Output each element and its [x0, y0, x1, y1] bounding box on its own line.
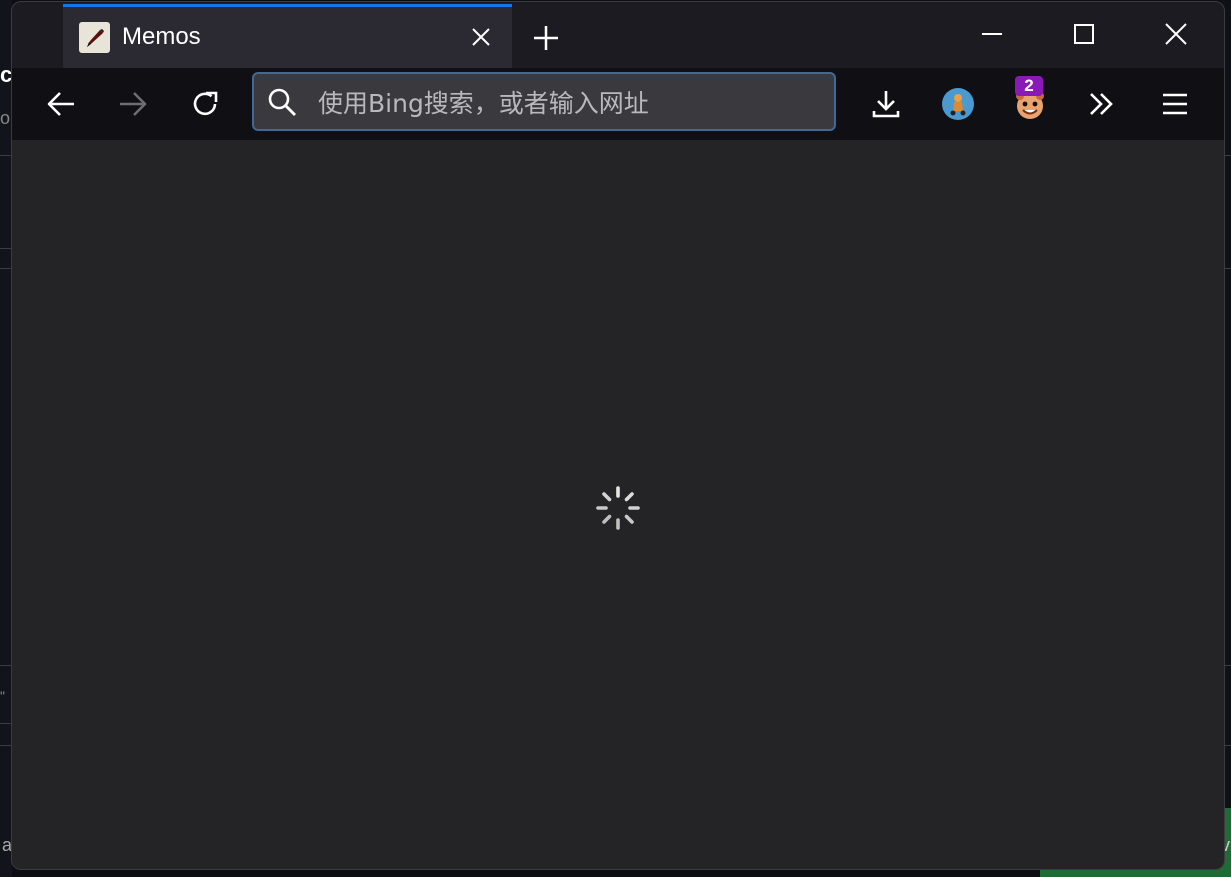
- back-arrow-icon: [47, 92, 74, 116]
- close-window-button[interactable]: [1146, 8, 1206, 60]
- extension-avatar-icon: [942, 88, 974, 120]
- maximize-button[interactable]: [1054, 8, 1114, 60]
- extension-button-1[interactable]: [936, 82, 980, 126]
- page-content: [12, 140, 1224, 869]
- new-tab-button[interactable]: [524, 20, 568, 56]
- reload-icon: [193, 91, 218, 116]
- memos-favicon-icon: [79, 22, 110, 53]
- extensions-overflow-button[interactable]: [1080, 82, 1124, 126]
- extension-notification-badge: 2: [1015, 76, 1043, 96]
- tab-memos[interactable]: Memos: [63, 4, 512, 68]
- search-icon: [268, 88, 296, 116]
- close-tab-button[interactable]: [466, 22, 496, 52]
- app-menu-button[interactable]: [1153, 82, 1197, 126]
- maximize-icon: [1074, 24, 1094, 44]
- hamburger-menu-icon: [1163, 93, 1187, 115]
- close-icon: [472, 28, 490, 46]
- close-icon: [1165, 23, 1187, 45]
- forward-button[interactable]: [111, 82, 155, 126]
- download-icon: [872, 91, 900, 118]
- forward-arrow-icon: [120, 92, 147, 116]
- background-text: ": [0, 688, 5, 704]
- tab-bar: Memos: [12, 2, 1224, 68]
- tab-title: Memos: [122, 23, 201, 50]
- address-bar[interactable]: [252, 72, 836, 131]
- minimize-icon: [982, 33, 1002, 35]
- loading-spinner-icon: [596, 486, 640, 530]
- downloads-button[interactable]: [864, 82, 908, 126]
- chevrons-right-icon: [1090, 93, 1113, 115]
- plus-icon: [534, 26, 558, 50]
- reload-button[interactable]: [183, 82, 227, 126]
- url-input[interactable]: [316, 82, 820, 124]
- back-button[interactable]: [39, 82, 83, 126]
- browser-window: Memos: [11, 1, 1225, 870]
- minimize-button[interactable]: [962, 8, 1022, 60]
